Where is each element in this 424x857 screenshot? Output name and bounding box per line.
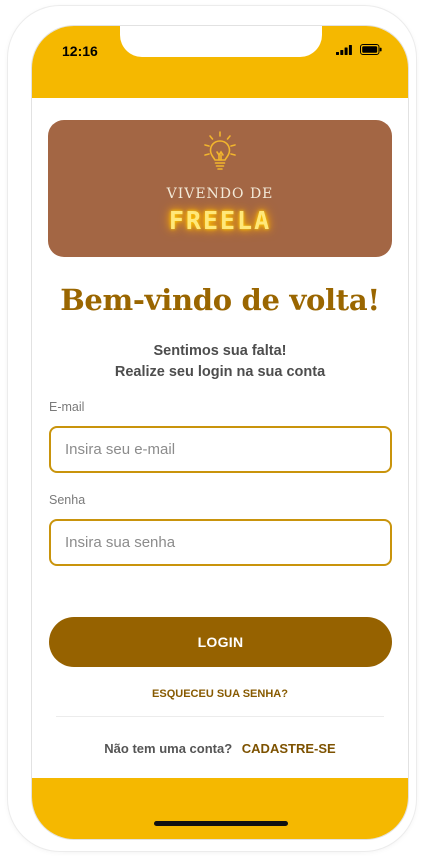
forgot-password-link[interactable]: ESQUECEU SUA SENHA? [32, 688, 408, 700]
status-time: 12:16 [62, 43, 98, 59]
phone-screen: 12:16 VIVENDO DE FREELA Bem-vindo de vol… [32, 26, 408, 839]
login-button[interactable]: LOGIN [49, 617, 392, 667]
subtitle-line-2: Realize seu login na sua conta [114, 364, 326, 380]
home-indicator[interactable] [154, 821, 288, 826]
signup-prompt: Não tem uma conta? [104, 741, 233, 756]
logo-text-top: VIVENDO DE [166, 186, 274, 202]
battery-icon [360, 44, 382, 55]
logo-text-neon: FREELA [168, 206, 272, 235]
password-field[interactable] [49, 519, 392, 566]
bottom-bar [32, 778, 408, 839]
lightbulb-icon [204, 131, 236, 170]
email-field[interactable] [49, 426, 392, 473]
subtitle-line-1: Sentimos sua falta! [153, 343, 287, 359]
notch [120, 26, 322, 57]
signup-row: Não tem uma conta? CADASTRE-SE [32, 741, 408, 756]
signup-link[interactable]: CADASTRE-SE [242, 741, 336, 756]
signal-icon [336, 45, 352, 55]
divider [56, 716, 384, 717]
password-label: Senha [49, 493, 86, 507]
logo-card: VIVENDO DE FREELA [48, 120, 392, 257]
page-title: Bem-vindo de volta! [60, 283, 380, 317]
phone-frame: 12:16 VIVENDO DE FREELA Bem-vindo de vol… [8, 6, 416, 851]
page-subtitle: Sentimos sua falta! Realize seu login na… [32, 341, 408, 383]
email-label: E-mail [49, 400, 85, 414]
